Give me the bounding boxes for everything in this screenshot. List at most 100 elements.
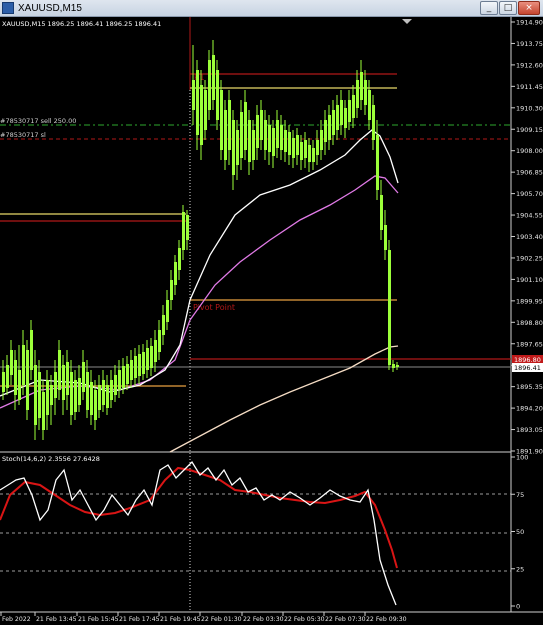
candle-body <box>248 120 251 162</box>
candle-body <box>200 85 203 145</box>
price-tick-label: 1901.10 <box>516 276 543 284</box>
candle-body <box>74 380 77 412</box>
candle-body <box>54 372 57 398</box>
price-tick-label: 1903.40 <box>516 233 543 241</box>
price-tick-label: 1906.85 <box>516 169 543 177</box>
candle-body <box>360 72 363 100</box>
candle-body <box>138 354 141 376</box>
red-price-tag-label: 1896.80 <box>514 356 541 364</box>
candle-body <box>216 70 219 120</box>
candle-body <box>300 142 303 160</box>
candle-body <box>236 130 239 165</box>
candle-body <box>134 356 137 378</box>
price-tick-label: 1904.55 <box>516 212 543 220</box>
candle-body <box>106 385 109 408</box>
price-tick-label: 1899.95 <box>516 297 543 305</box>
time-tick-label: 21 Feb 13:45 <box>36 616 77 623</box>
window-title: XAUUSD,M15 <box>18 3 82 14</box>
candle-body <box>94 390 97 420</box>
candle-body <box>162 315 165 335</box>
candle-body <box>46 380 49 415</box>
candle-body <box>178 248 181 270</box>
candle-body <box>376 135 379 190</box>
price-chart[interactable]: #78530717 sell 250.00 #78530717 sl Pivot… <box>0 17 543 625</box>
price-tick-label: 1912.60 <box>516 61 543 69</box>
price-axis[interactable]: 1914.90 1913.75 1912.60 1911.45 1910.30 1909.… <box>511 19 543 456</box>
candle-body <box>240 112 243 158</box>
time-axis[interactable]: Feb 2022 21 Feb 13:45 21 Feb 15:45 21 Feb 1… <box>0 612 407 623</box>
candle-body <box>296 135 299 155</box>
candle-body <box>130 360 133 380</box>
candle-body <box>38 372 41 418</box>
price-tick-label: 1913.75 <box>516 40 543 48</box>
maximize-button[interactable]: □ <box>499 1 517 15</box>
candle-body <box>256 115 259 148</box>
candle-body <box>126 364 129 384</box>
candle-body <box>70 372 73 415</box>
candle-body <box>332 110 335 135</box>
price-tick-label: 1894.20 <box>516 405 543 413</box>
candle-body <box>6 365 9 388</box>
candle-body <box>368 90 371 120</box>
candle-body <box>272 128 275 156</box>
candle-body <box>396 365 399 367</box>
candle-body <box>224 110 227 160</box>
stoch-tick-label: 100 <box>516 454 528 462</box>
candle-body <box>170 280 173 300</box>
candle-body <box>26 350 29 410</box>
candle-body <box>22 345 25 385</box>
stoch-tick-label: 0 <box>516 603 520 611</box>
moving-average-slow <box>169 345 399 453</box>
candle-body <box>14 360 17 395</box>
price-tick-label: 1914.90 <box>516 19 543 27</box>
candle-body <box>146 348 149 370</box>
candle-body <box>336 105 339 130</box>
candle-body <box>356 80 359 108</box>
candle-body <box>18 370 21 400</box>
candle-body <box>204 90 207 130</box>
indicator-info: Stoch(14,6,2) 2.3556 27.6428 <box>2 455 100 463</box>
candle-body <box>142 352 145 374</box>
chart-symbol-info: XAUUSD,M15 1896.25 1896.41 1896.25 1896.… <box>2 20 161 28</box>
candle-body <box>288 132 291 155</box>
candle-body <box>186 215 189 240</box>
candle-body <box>220 90 223 150</box>
candle-body <box>208 60 211 110</box>
candle-body <box>122 366 125 388</box>
candle-body <box>90 382 93 415</box>
price-tick-label: 1910.30 <box>516 104 543 112</box>
time-tick-label: 22 Feb 03:30 <box>243 616 284 623</box>
candle-body <box>98 385 101 410</box>
close-button[interactable]: × <box>518 1 540 15</box>
candle-body <box>174 262 177 285</box>
candle-body <box>392 364 395 368</box>
minimize-button[interactable]: _ <box>480 1 498 15</box>
candle-body <box>30 330 33 370</box>
time-tick-label: 21 Feb 19:45 <box>160 616 201 623</box>
sell-order-label: #78530717 sell 250.00 <box>0 117 76 125</box>
candle-body <box>118 370 121 390</box>
candle-body <box>192 80 195 110</box>
candle-body <box>78 378 81 405</box>
candle-body <box>2 372 5 392</box>
candle-body <box>102 380 105 405</box>
chart-shift-marker[interactable] <box>402 19 412 24</box>
price-tick-label: 1895.35 <box>516 383 543 391</box>
r1-label: R1 <box>194 73 205 82</box>
candle-body <box>268 125 271 152</box>
candle-body <box>150 346 153 368</box>
candle-body <box>196 70 199 135</box>
time-tick-label: 22 Feb 05:30 <box>284 616 325 623</box>
candle-body <box>62 365 65 400</box>
candle-body <box>58 350 61 390</box>
candle-body <box>316 140 319 155</box>
candlestick-series[interactable] <box>2 40 399 440</box>
price-tick-label: 1893.05 <box>516 426 543 434</box>
price-tick-label: 1905.70 <box>516 190 543 198</box>
time-tick-label: 22 Feb 01:30 <box>201 616 242 623</box>
stoch-main-line <box>0 460 397 606</box>
candle-body <box>34 365 37 425</box>
price-tick-label: 1909.15 <box>516 126 543 134</box>
candle-body <box>348 100 351 122</box>
candle-body <box>388 250 391 365</box>
